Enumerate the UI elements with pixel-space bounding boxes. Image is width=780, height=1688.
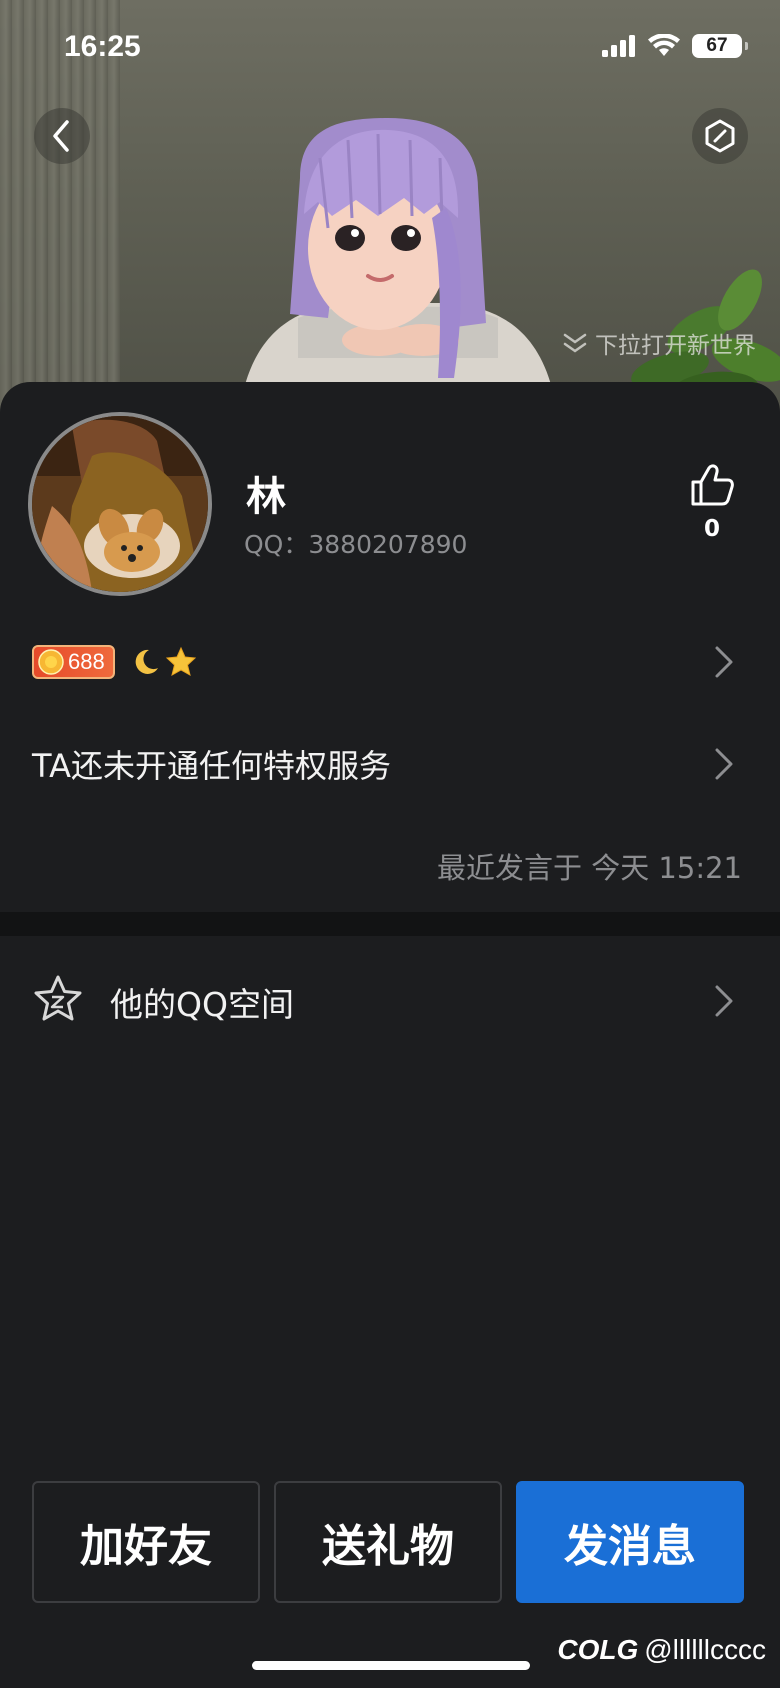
watermark-brand: COLG bbox=[557, 1634, 639, 1665]
send-message-button[interactable]: 发消息 bbox=[516, 1481, 744, 1603]
status-time: 16:25 bbox=[64, 30, 141, 63]
privilege-text: TA还未开通任何特权服务 bbox=[32, 747, 391, 785]
battery-level: 67 bbox=[706, 35, 728, 56]
hero-background[interactable]: 16:25 67 下拉打开新世界 bbox=[0, 0, 780, 420]
back-button[interactable] bbox=[34, 108, 90, 164]
star-icon bbox=[165, 646, 196, 676]
profile-card: 林 QQ：3880207890 0 688 TA还未开通任何特权服务 最近发言于… bbox=[0, 382, 780, 912]
hexagon-icon bbox=[705, 119, 735, 153]
recent-activity-row: 最近发言于 今天 15:21 bbox=[0, 844, 780, 888]
pull-down-hint[interactable]: 下拉打开新世界 bbox=[563, 326, 756, 360]
thumbs-up-icon bbox=[691, 464, 734, 506]
qq-number[interactable]: QQ：3880207890 bbox=[244, 525, 467, 561]
cellular-signal-icon bbox=[602, 35, 635, 57]
qzone-star-icon bbox=[34, 975, 82, 1021]
chevron-left-icon bbox=[53, 120, 69, 152]
privilege-row[interactable]: TA还未开通任何特权服务 bbox=[0, 740, 780, 788]
nickname: 林 bbox=[246, 474, 286, 520]
battery-indicator: 67 bbox=[692, 34, 748, 58]
avatar-photo bbox=[32, 416, 208, 592]
pull-down-hint-text: 下拉打开新世界 bbox=[595, 333, 756, 359]
profile-screen: 16:25 67 下拉打开新世界 林 QQ：3880207890 0 688 T… bbox=[0, 0, 780, 1688]
wifi-icon bbox=[648, 34, 680, 56]
zplan-button[interactable] bbox=[692, 108, 748, 164]
level-value: 688 bbox=[68, 649, 105, 674]
status-icons: 67 bbox=[602, 34, 748, 58]
level-row[interactable]: 688 bbox=[0, 640, 780, 684]
zplan-avatar-image bbox=[238, 118, 558, 420]
recent-activity-text: 最近发言于 今天 15:21 bbox=[436, 851, 742, 885]
like-count: 0 bbox=[703, 516, 720, 542]
like-button[interactable]: 0 bbox=[688, 464, 736, 542]
watermark-text: @llllllcccc bbox=[644, 1634, 766, 1665]
send-gift-button[interactable]: 送礼物 bbox=[274, 1481, 502, 1603]
section-divider bbox=[0, 912, 780, 936]
add-friend-button[interactable]: 加好友 bbox=[32, 1481, 260, 1603]
qzone-row[interactable]: 他的QQ空间 bbox=[0, 970, 780, 1030]
level-badge: 688 bbox=[32, 645, 115, 679]
home-indicator[interactable] bbox=[252, 1661, 530, 1670]
sun-icon bbox=[38, 649, 64, 675]
watermark: COLG @llllllcccc bbox=[557, 1634, 766, 1666]
chevron-right-icon bbox=[715, 985, 733, 1017]
status-bar: 16:25 67 bbox=[0, 0, 780, 100]
moon-icon bbox=[135, 649, 158, 674]
action-bar: 加好友 送礼物 发消息 bbox=[32, 1481, 744, 1603]
avatar[interactable] bbox=[28, 412, 212, 596]
double-chevron-down-icon bbox=[563, 333, 587, 353]
chevron-right-icon bbox=[715, 748, 733, 780]
qzone-label: 他的QQ空间 bbox=[110, 985, 294, 1024]
chevron-right-icon bbox=[715, 646, 733, 678]
